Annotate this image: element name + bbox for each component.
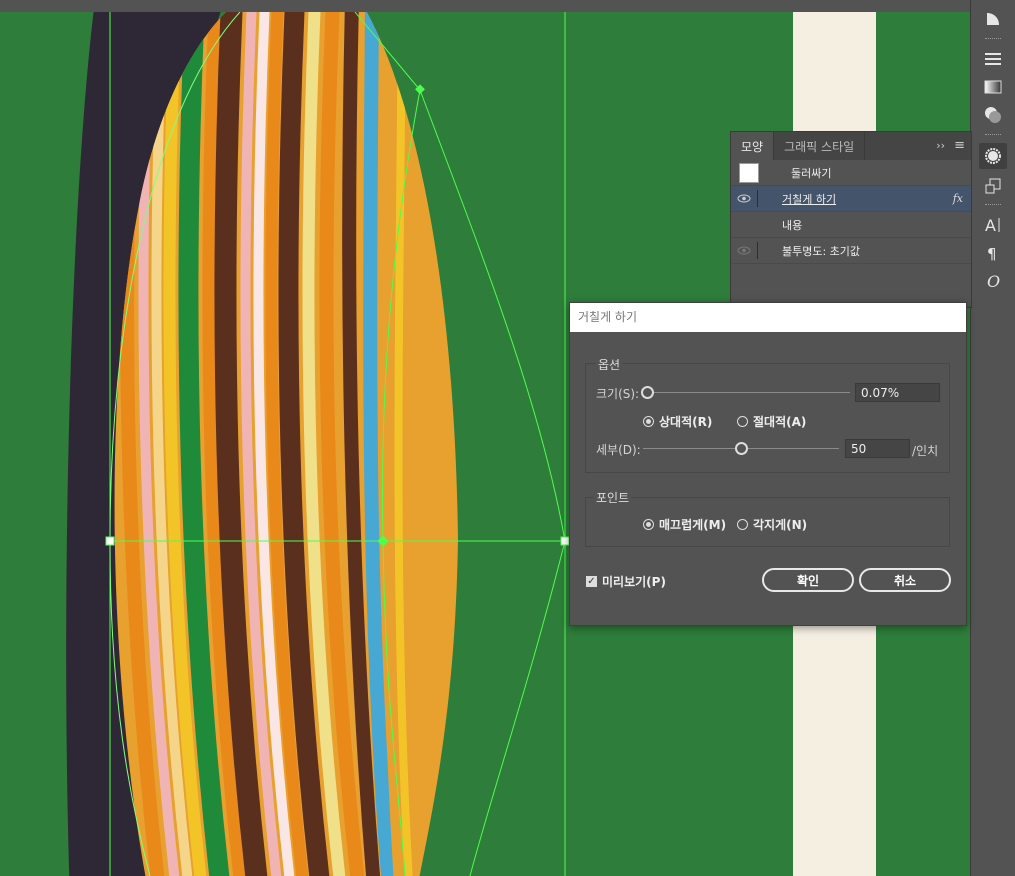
svg-text:O: O <box>987 272 1000 290</box>
stroke-label: 둘러싸기 <box>791 166 832 180</box>
smooth-label: 매끄럽게(M) <box>659 518 727 532</box>
tab-graphic-styles[interactable]: 그래픽 스타일 <box>774 132 866 160</box>
image-trace-icon[interactable] <box>979 6 1007 32</box>
checkmark-icon[interactable]: ✓ <box>586 576 597 587</box>
svg-text:A: A <box>985 216 996 234</box>
detail-unit: /인치 <box>912 444 939 458</box>
eye-icon[interactable] <box>731 194 757 203</box>
dialog-title: 거칠게 하기 <box>570 303 966 332</box>
corner-label: 각지게(N) <box>753 518 808 532</box>
appearance-panel-tabs: 모양 그래픽 스타일 ›› ≡ <box>731 132 971 160</box>
panel-menu-icon[interactable]: ≡ <box>954 138 965 153</box>
absolute-radio-dot[interactable] <box>737 416 748 427</box>
appearance-row-content[interactable]: 내용 <box>731 212 971 238</box>
right-panel-dock: A ¶ O <box>970 0 1015 876</box>
preview-label: 미리보기(P) <box>602 575 666 589</box>
smooth-radio[interactable]: 매끄럽게(M) <box>643 516 726 533</box>
roughen-dialog: 거칠게 하기 옵션 크기(S): 0.07% 상대적(R) 절대적(A) 세부(… <box>569 302 967 626</box>
align-icon[interactable] <box>979 46 1007 72</box>
character-icon[interactable]: A <box>979 212 1007 238</box>
options-legend: 옵션 <box>596 356 623 373</box>
roughen-effect-link[interactable]: 거칠게 하기 <box>782 191 836 207</box>
opacity-label[interactable]: 불투명도: 초기값 <box>782 243 860 259</box>
panel-grip[interactable] <box>985 134 1001 138</box>
panel-grip[interactable] <box>985 204 1001 208</box>
panel-collapse-icon[interactable]: ›› <box>936 139 945 152</box>
preview-checkbox[interactable]: ✓ 미리보기(P) <box>586 573 666 590</box>
detail-slider-thumb[interactable] <box>735 442 748 455</box>
points-legend: 포인트 <box>594 489 632 506</box>
opentype-icon[interactable]: O <box>979 268 1007 294</box>
size-slider-thumb[interactable] <box>641 386 654 399</box>
gradient-icon[interactable] <box>979 74 1007 100</box>
content-label: 내용 <box>782 218 803 232</box>
appearance-panel: 모양 그래픽 스타일 ›› ≡ 둘러싸기 거칠게 하기 fx 내용 불투명도: … <box>730 131 972 308</box>
absolute-label: 절대적(A) <box>753 415 807 429</box>
smooth-radio-dot[interactable] <box>643 519 654 530</box>
cancel-button[interactable]: 취소 <box>859 568 951 592</box>
corner-radio-dot[interactable] <box>737 519 748 530</box>
ok-button[interactable]: 확인 <box>762 568 854 592</box>
appearance-row-opacity[interactable]: 불투명도: 초기값 <box>731 238 971 264</box>
relative-label: 상대적(R) <box>659 415 713 429</box>
transparency-icon[interactable] <box>979 102 1007 128</box>
stroke-swatch[interactable] <box>739 162 759 183</box>
absolute-radio[interactable]: 절대적(A) <box>737 413 806 430</box>
svg-text:¶: ¶ <box>987 245 997 262</box>
eye-icon[interactable] <box>731 246 757 255</box>
size-label: 크기(S): <box>596 387 640 401</box>
appearance-row-roughen[interactable]: 거칠게 하기 fx <box>731 186 971 212</box>
transform-icon[interactable] <box>979 173 1007 199</box>
appearance-icon[interactable] <box>979 143 1007 169</box>
size-slider-track[interactable] <box>646 392 850 393</box>
relative-radio[interactable]: 상대적(R) <box>643 413 712 430</box>
size-input[interactable]: 0.07% <box>855 383 940 402</box>
detail-label: 세부(D): <box>596 443 641 457</box>
panel-grip[interactable] <box>985 38 1001 42</box>
corner-radio[interactable]: 각지게(N) <box>737 516 807 533</box>
appearance-row-stroke[interactable]: 둘러싸기 <box>731 160 971 186</box>
relative-radio-dot[interactable] <box>643 416 654 427</box>
detail-input[interactable]: 50 <box>845 439 910 458</box>
paragraph-icon[interactable]: ¶ <box>979 240 1007 266</box>
fx-icon[interactable]: fx <box>953 192 963 205</box>
top-bar <box>0 0 970 12</box>
tab-appearance[interactable]: 모양 <box>731 132 775 160</box>
